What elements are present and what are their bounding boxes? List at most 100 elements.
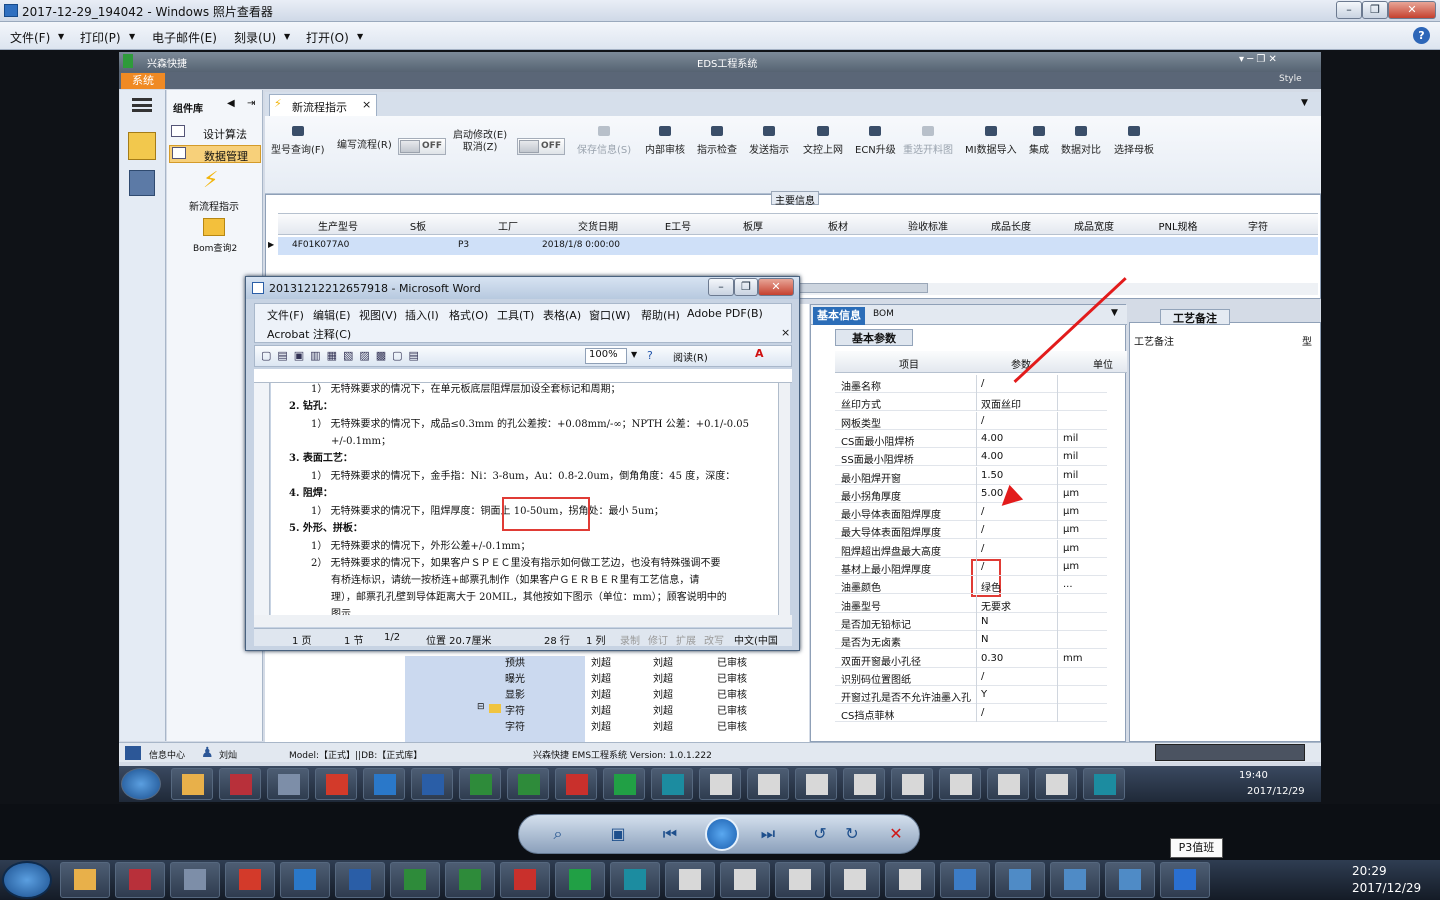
read-button[interactable]: 阅读(R)	[673, 349, 708, 364]
slideshow-button[interactable]	[705, 817, 739, 851]
close-icon[interactable]: ×	[362, 98, 371, 111]
param-row[interactable]: 油墨名称 /	[835, 375, 1107, 393]
upload-doc-button[interactable]: 文控上网	[803, 126, 843, 156]
nav-item-new-flow[interactable]: 新流程指示	[189, 198, 239, 213]
tab-remark[interactable]: 工艺备注	[1160, 309, 1230, 325]
help-icon[interactable]: ?	[647, 349, 653, 362]
param-value[interactable]: /	[981, 415, 984, 426]
tree-row[interactable]: 曝光 刘超 刘超 已审核	[473, 670, 793, 686]
style-label[interactable]: Style	[1279, 74, 1302, 84]
col-header[interactable]: S板	[398, 218, 438, 233]
font-color-icon[interactable]: A	[755, 347, 764, 360]
taskbar-app-icon[interactable]	[1050, 862, 1100, 898]
col-header[interactable]: 工厂	[488, 218, 528, 233]
taskbar-app-icon[interactable]	[507, 768, 549, 800]
previous-icon[interactable]: ⏮	[659, 825, 681, 843]
eds-window-controls[interactable]: ▾ ─ ❐ ✕	[1239, 54, 1277, 65]
menu-email[interactable]: 电子邮件(E)	[152, 29, 217, 46]
param-value[interactable]: N	[981, 634, 988, 645]
param-row[interactable]: 最大导体表面阻焊厚度 / μm	[835, 521, 1107, 540]
status-revise[interactable]: 修订	[648, 632, 668, 647]
status-extend[interactable]: 扩展	[676, 632, 696, 647]
taskbar-app-icon[interactable]	[390, 862, 440, 898]
param-value[interactable]: N	[981, 616, 988, 627]
col-header[interactable]: 板材	[818, 218, 858, 233]
cell-factory[interactable]: P3	[458, 240, 469, 250]
write-flow-button[interactable]: 编写流程(R)	[337, 136, 392, 151]
param-value[interactable]: /	[981, 671, 984, 682]
tab-basic-info[interactable]: 基本信息	[813, 307, 865, 325]
param-row[interactable]: 阻焊超出焊盘最大高度 / μm	[835, 539, 1107, 558]
horizontal-scrollbar[interactable]	[254, 615, 792, 627]
data-compare-button[interactable]: 数据对比	[1061, 126, 1101, 156]
taskbar-app-icon[interactable]	[891, 768, 933, 800]
choose-mother-button[interactable]: 选择母板	[1114, 126, 1154, 156]
param-row[interactable]: 油墨型号 无要求	[835, 594, 1107, 613]
word-menu-acrobat[interactable]: Acrobat 注释(C)	[267, 326, 351, 342]
word-menu-edit[interactable]: 编辑(E)	[313, 307, 351, 323]
modify-toggle[interactable]: OFF	[517, 138, 565, 155]
expand-icon[interactable]: ⊟	[477, 702, 485, 712]
taskbar-app-icon[interactable]	[1035, 768, 1077, 800]
param-value[interactable]: 4.00	[981, 433, 1003, 444]
param-row[interactable]: 网板类型 /	[835, 411, 1107, 430]
taskbar-app-icon[interactable]	[1160, 862, 1210, 898]
taskbar-app-icon[interactable]	[60, 862, 110, 898]
param-value[interactable]: 无要求	[981, 598, 1011, 613]
word-close-button[interactable]: ✕	[758, 278, 794, 296]
taskbar-app-icon[interactable]	[651, 768, 693, 800]
param-row[interactable]: 是否为无卤素 N	[835, 631, 1107, 650]
start-modify-button[interactable]: 启动修改(E) 取消(Z)	[453, 130, 507, 154]
param-row[interactable]: 最小拐角厚度 5.00 μm	[835, 484, 1107, 503]
word-menu-view[interactable]: 视图(V)	[359, 307, 397, 323]
col-header[interactable]: E工号	[648, 218, 708, 233]
taskbar-app-icon[interactable]	[610, 862, 660, 898]
toolbar-icons[interactable]: ▢▤▣▥▦▧▨▩▢▤	[261, 349, 425, 362]
save-info-button[interactable]: 保存信息(S)	[577, 126, 631, 156]
word-menu-window[interactable]: 窗口(W)	[589, 307, 630, 323]
taskbar-app-icon[interactable]	[555, 768, 597, 800]
taskbar-app-icon[interactable]	[720, 862, 770, 898]
menu-file[interactable]: 文件(F)	[10, 29, 50, 46]
ime-toolbar[interactable]	[1155, 744, 1305, 761]
chevron-down-icon[interactable]: ▼	[631, 350, 637, 359]
nav-item-design[interactable]: 设计算法	[169, 124, 261, 142]
param-row[interactable]: 开窗过孔是否不允许油墨入孔 Y	[835, 686, 1107, 705]
word-menu-tools[interactable]: 工具(T)	[497, 307, 534, 323]
tab-new-flow[interactable]: ⚡ 新流程指示 ×	[269, 94, 377, 116]
menu-burn[interactable]: 刻录(U)	[234, 29, 276, 46]
param-row[interactable]: 最小导体表面阻焊厚度 / μm	[835, 503, 1107, 522]
tree-row[interactable]: 预烘 刘超 刘超 已审核	[473, 654, 793, 670]
internal-review-button[interactable]: 内部审核	[645, 126, 685, 156]
param-row[interactable]: 丝印方式 双面丝印	[835, 393, 1107, 412]
taskbar-app-icon[interactable]	[225, 862, 275, 898]
param-row[interactable]: CS挡点菲林 /	[835, 704, 1107, 723]
param-value[interactable]: 绿色	[981, 579, 1001, 594]
taskbar-app-icon[interactable]	[995, 862, 1045, 898]
chevron-down-icon[interactable]: ▼	[1111, 308, 1118, 318]
minimize-button[interactable]: –	[1336, 1, 1362, 19]
menu-open[interactable]: 打开(O)	[306, 29, 349, 46]
taskbar-app-icon[interactable]	[939, 768, 981, 800]
taskbar-app-icon[interactable]	[363, 768, 405, 800]
taskbar-app-icon[interactable]	[843, 768, 885, 800]
mi-import-button[interactable]: MI数据导入	[965, 126, 1017, 156]
param-value[interactable]: 4.00	[981, 451, 1003, 462]
word-menu-help[interactable]: 帮助(H)	[641, 307, 680, 323]
taskbar-app-icon[interactable]	[170, 862, 220, 898]
col-header[interactable]: 字符	[1233, 218, 1283, 233]
col-header[interactable]: PNL规格	[1148, 218, 1208, 233]
param-row[interactable]: 最小阻焊开窗 1.50 mil	[835, 466, 1107, 485]
taskbar-app-icon[interactable]	[795, 768, 837, 800]
taskbar-app-icon[interactable]	[315, 768, 357, 800]
param-value[interactable]: /	[981, 506, 984, 517]
param-value[interactable]: /	[981, 524, 984, 535]
param-value[interactable]: /	[981, 561, 984, 572]
param-value[interactable]: 0.30	[981, 653, 1003, 664]
taskbar-app-icon[interactable]	[1083, 768, 1125, 800]
menu-print[interactable]: 打印(P)	[80, 29, 121, 46]
param-row[interactable]: CS面最小阻焊桥 4.00 mil	[835, 429, 1107, 448]
ecn-upgrade-button[interactable]: ECN升级	[855, 126, 896, 156]
integrate-button[interactable]: 集成	[1029, 126, 1049, 156]
tools-icon[interactable]	[129, 170, 155, 196]
